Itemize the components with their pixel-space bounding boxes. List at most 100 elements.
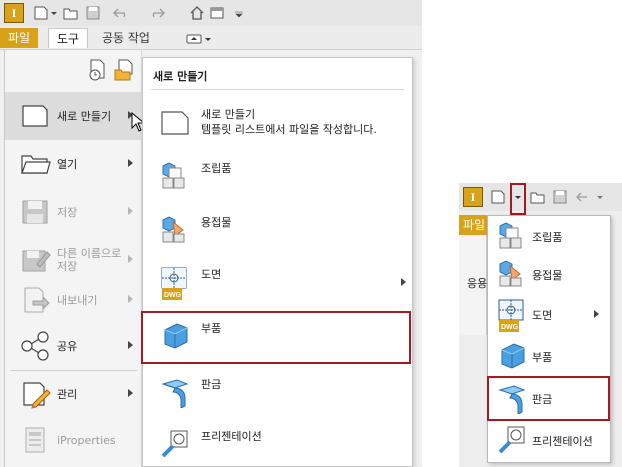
submenu-arrow-icon — [128, 159, 133, 167]
file-menu-item-label: 새로 만들기 — [57, 109, 112, 123]
chevron-down-icon[interactable] — [50, 4, 58, 22]
svg-text:DWG: DWG — [501, 324, 519, 331]
submenu-arrow-icon — [401, 278, 406, 286]
save-as-icon — [22, 250, 51, 272]
new-icon[interactable] — [489, 188, 507, 206]
drawing-dwg-icon: DWG — [498, 299, 524, 332]
part-highlight-box — [141, 311, 411, 364]
dropdown-item-drawing[interactable]: DWG 도면 — [490, 296, 608, 332]
presentation-icon — [498, 426, 525, 454]
submenu-arrow-icon — [128, 255, 133, 263]
weldment-icon — [499, 260, 522, 287]
ribbon-tab-bar: 파일 도구 공동 작업 — [0, 26, 422, 50]
quick-access-toolbar: I — [0, 0, 422, 26]
file-menu-item-share[interactable]: 공유 — [5, 322, 143, 370]
dropdown-item-presentation[interactable]: 프리젠테이션 — [490, 422, 608, 458]
file-menu-item-label: iProperties — [57, 433, 116, 447]
file-menu-item-iproperties[interactable]: iProperties — [5, 416, 143, 464]
undo-icon[interactable] — [112, 4, 130, 22]
recent-documents-icon[interactable] — [87, 58, 109, 82]
submenu-item-label: 새로 만들기 — [201, 108, 256, 121]
new-dropdown-highlight-box — [510, 183, 526, 215]
submenu-arrow-icon — [594, 310, 599, 318]
submenu-item-weldment[interactable]: 용접물 — [153, 208, 408, 252]
save-icon[interactable] — [84, 4, 102, 22]
presentation-icon — [161, 430, 188, 458]
submenu-item-assembly[interactable]: 조립품 — [153, 154, 408, 198]
file-menu-item-new[interactable]: 새로 만들기 — [5, 92, 143, 140]
dropdown-item-label: 도면 — [532, 309, 553, 322]
file-menu-item-label: 내보내기 — [57, 293, 98, 307]
drawing-dwg-icon: DWG — [161, 267, 187, 300]
submenu-item-label: 판금 — [201, 378, 222, 391]
window-icon[interactable] — [208, 4, 226, 22]
ribbon-display-toggle-icon[interactable] — [186, 34, 212, 44]
customize-chevron-icon[interactable] — [234, 4, 244, 22]
tab-file[interactable]: 파일 — [0, 28, 39, 48]
application-button[interactable]: I — [463, 187, 483, 207]
file-menu-item-manage[interactable]: 관리 — [5, 370, 143, 418]
tab-file[interactable]: 파일 — [459, 215, 487, 235]
submenu-item-drawing[interactable]: DWG 도면 — [153, 260, 408, 304]
dropdown-item-label: 프리젠테이션 — [532, 435, 593, 448]
submenu-title: 새로 만들기 — [153, 70, 208, 83]
save-icon[interactable] — [551, 188, 569, 206]
file-menu-item-label: 열기 — [57, 157, 78, 171]
main-window: I 파일 도구 공동 작업 새로 만들기 열기 저장 다른 이름으로 저장 내보… — [0, 0, 422, 467]
tab-tools[interactable]: 도구 — [48, 28, 89, 48]
submenu-item-sheet-metal[interactable]: 판금 — [153, 370, 408, 414]
sheet-metal-icon — [161, 379, 189, 408]
submenu-arrow-icon — [128, 295, 133, 303]
submenu-arrow-icon — [128, 389, 133, 397]
open-folder-icon[interactable] — [529, 188, 547, 206]
submenu-item-label: 프리젠테이션 — [201, 430, 262, 443]
part-cube-icon — [501, 343, 525, 369]
new-submenu: 새로 만들기 새로 만들기 템플릿 리스트에서 파일을 작성합니다. 조립품 용… — [141, 57, 413, 467]
submenu-arrow-icon — [128, 341, 133, 349]
file-menu-item-label: 저장 — [57, 205, 78, 219]
share-icon — [21, 331, 49, 361]
side-panel-text: 응용 — [467, 277, 487, 290]
submenu-item-label: 용접물 — [201, 216, 232, 229]
new-document-icon — [22, 105, 48, 127]
new-dropdown-menu: 조립품 용접물 DWG 도면 부품 판금 프리젠테이션 — [487, 215, 611, 463]
assembly-icon — [499, 222, 522, 249]
sheet-metal-highlight-box — [487, 376, 610, 421]
submenu-item-description: 템플릿 리스트에서 파일을 작성합니다. — [201, 123, 377, 136]
file-menu-item-export[interactable]: 내보내기 — [5, 276, 143, 324]
open-documents-icon[interactable] — [113, 58, 137, 82]
assembly-icon — [162, 162, 185, 189]
export-icon — [24, 287, 50, 313]
dropdown-item-label: 조립품 — [532, 231, 563, 244]
iproperties-icon — [25, 427, 45, 453]
dropdown-item-part[interactable]: 부품 — [490, 338, 608, 374]
submenu-item-presentation[interactable]: 프리젠테이션 — [153, 422, 408, 466]
file-menu-item-open[interactable]: 열기 — [5, 140, 143, 188]
weldment-icon — [162, 216, 185, 243]
blank-document-icon — [161, 111, 189, 135]
submenu-item-new-from-template[interactable]: 새로 만들기 템플릿 리스트에서 파일을 작성합니다. — [153, 100, 408, 144]
svg-text:DWG: DWG — [164, 292, 182, 299]
dropdown-item-assembly[interactable]: 조립품 — [490, 218, 608, 254]
application-button[interactable]: I — [4, 3, 24, 23]
submenu-arrow-icon — [128, 207, 133, 215]
dropdown-item-label: 용접물 — [532, 269, 563, 282]
save-icon — [22, 200, 48, 224]
submenu-item-label: 도면 — [201, 268, 222, 281]
file-menu-item-label: 관리 — [57, 387, 78, 401]
open-folder-icon[interactable] — [62, 4, 80, 22]
manage-icon — [23, 382, 51, 409]
file-menu-item-label: 공유 — [57, 339, 78, 353]
home-icon[interactable] — [188, 4, 206, 22]
tab-collaborate[interactable]: 공동 작업 — [94, 28, 158, 48]
dropdown-item-label: 부품 — [532, 351, 553, 364]
undo-dropdown-icon[interactable] — [595, 188, 605, 206]
divider — [151, 89, 404, 90]
undo-icon[interactable] — [575, 188, 593, 206]
dropdown-item-weldment[interactable]: 용접물 — [490, 256, 608, 292]
new-icon[interactable] — [32, 4, 50, 22]
open-folder-icon — [21, 155, 51, 174]
file-menu: 새로 만들기 열기 저장 다른 이름으로 저장 내보내기 공유 관리 iProp… — [4, 50, 143, 467]
redo-icon[interactable] — [148, 4, 166, 22]
file-menu-item-save[interactable]: 저장 — [5, 188, 143, 236]
